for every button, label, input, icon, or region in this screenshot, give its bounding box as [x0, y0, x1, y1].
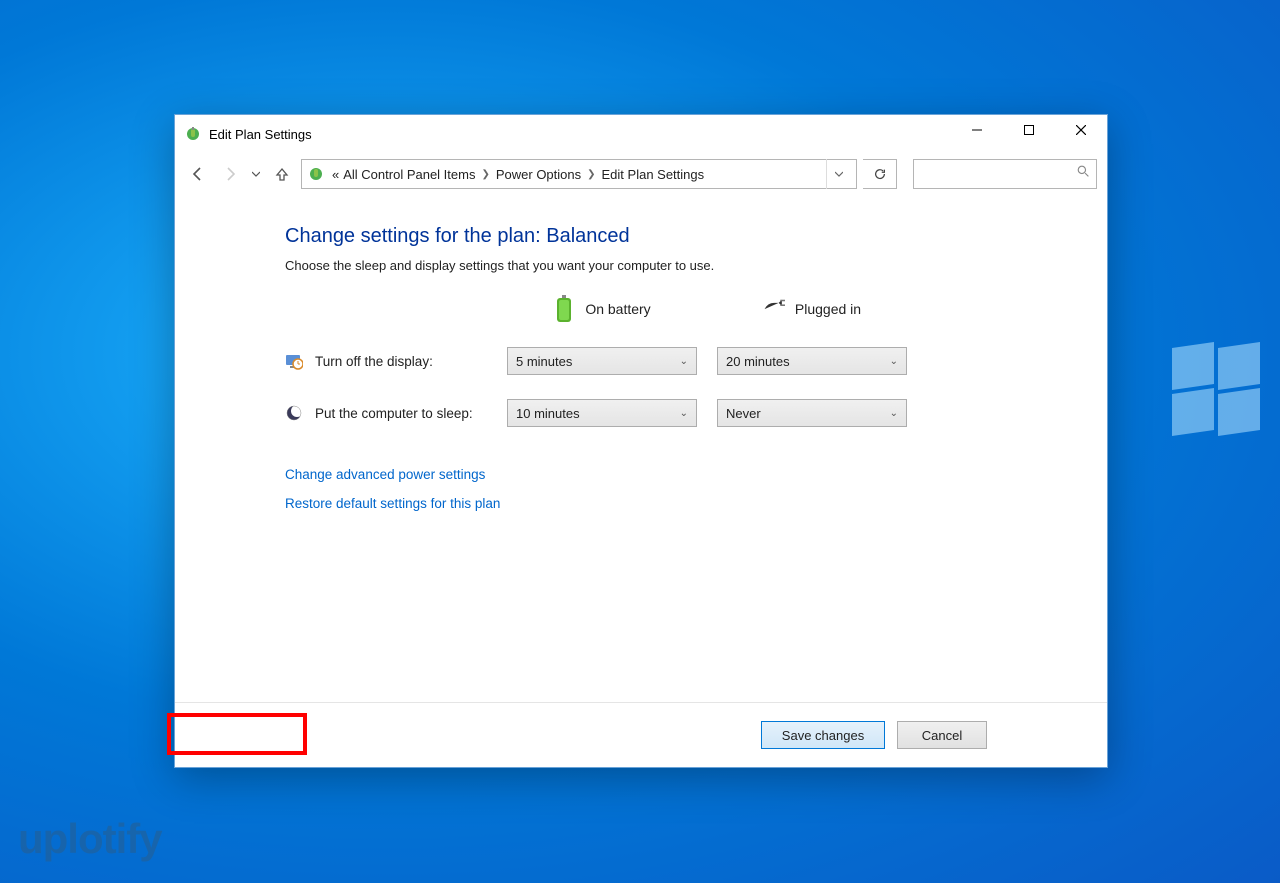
display-plugged-value: 20 minutes [726, 354, 790, 369]
page-heading: Change settings for the plan: Balanced [285, 225, 1107, 248]
link-advanced-settings[interactable]: Change advanced power settings [285, 467, 1107, 482]
cancel-button[interactable]: Cancel [897, 721, 987, 749]
chevron-down-icon: ⌄ [890, 356, 898, 367]
battery-icon [553, 295, 575, 323]
chevron-down-icon: ⌄ [890, 408, 898, 419]
close-button[interactable] [1055, 115, 1107, 145]
button-row: Save changes Cancel [175, 703, 1107, 767]
save-button-highlight [167, 713, 307, 755]
chevron-down-icon: ⌄ [680, 356, 688, 367]
edit-plan-settings-window: Edit Plan Settings [174, 114, 1108, 768]
window-title: Edit Plan Settings [209, 127, 951, 142]
up-button[interactable] [269, 161, 295, 187]
sleep-plugged-select[interactable]: Never ⌄ [717, 399, 907, 427]
chevron-right-icon[interactable]: ❯ [587, 169, 595, 180]
address-bar[interactable]: « All Control Panel Items ❯ Power Option… [301, 159, 857, 189]
chevron-right-icon[interactable]: ❯ [481, 169, 489, 180]
column-header-battery: On battery [585, 301, 650, 317]
link-restore-defaults[interactable]: Restore default settings for this plan [285, 496, 1107, 511]
address-dropdown-button[interactable] [826, 159, 850, 189]
power-plan-icon [308, 166, 324, 182]
display-timer-icon [285, 352, 303, 370]
breadcrumb-item-edit-plan[interactable]: Edit Plan Settings [602, 167, 705, 182]
search-icon [1077, 165, 1090, 183]
refresh-button[interactable] [863, 159, 897, 189]
save-changes-button[interactable]: Save changes [761, 721, 885, 749]
breadcrumb-item-control-panel[interactable]: All Control Panel Items [343, 167, 475, 182]
power-options-icon [185, 126, 201, 142]
row-label-display: Turn off the display: [315, 354, 433, 369]
breadcrumb-prefix: « [332, 167, 339, 182]
windows-logo-icon [1172, 345, 1262, 435]
search-input[interactable] [913, 159, 1097, 189]
back-button[interactable] [185, 161, 211, 187]
sleep-battery-select[interactable]: 10 minutes ⌄ [507, 399, 697, 427]
breadcrumb-item-power-options[interactable]: Power Options [496, 167, 581, 182]
display-plugged-select[interactable]: 20 minutes ⌄ [717, 347, 907, 375]
row-label-sleep: Put the computer to sleep: [315, 406, 473, 421]
watermark-text: uplotify [18, 815, 162, 863]
sleep-plugged-value: Never [726, 406, 761, 421]
sleep-battery-value: 10 minutes [516, 406, 580, 421]
content-area: Change settings for the plan: Balanced C… [175, 195, 1107, 682]
minimize-button[interactable] [951, 115, 1003, 145]
column-header-plugged: Plugged in [795, 301, 861, 317]
page-subtitle: Choose the sleep and display settings th… [285, 258, 1107, 273]
maximize-button[interactable] [1003, 115, 1055, 145]
sleep-moon-icon [285, 404, 303, 422]
navigation-toolbar: « All Control Panel Items ❯ Power Option… [175, 153, 1107, 195]
forward-button[interactable] [217, 161, 243, 187]
display-battery-select[interactable]: 5 minutes ⌄ [507, 347, 697, 375]
titlebar[interactable]: Edit Plan Settings [175, 115, 1107, 153]
chevron-down-icon: ⌄ [680, 408, 688, 419]
display-battery-value: 5 minutes [516, 354, 572, 369]
recent-locations-button[interactable] [249, 161, 263, 187]
plug-icon [763, 295, 785, 323]
